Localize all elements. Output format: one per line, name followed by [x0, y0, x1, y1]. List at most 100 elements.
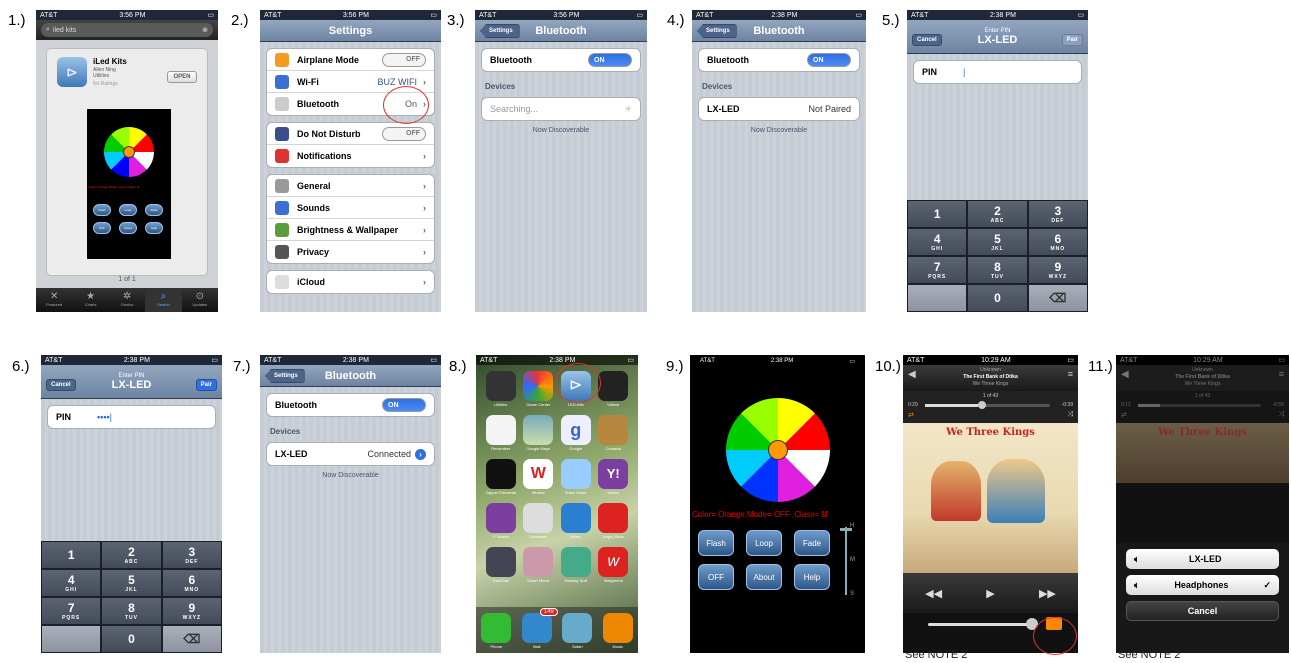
- about-button[interactable]: About: [119, 222, 137, 234]
- row-pin[interactable]: PIN •••• |: [48, 406, 215, 428]
- airplay-option-lxled[interactable]: 🔈︎ LX-LED: [1126, 549, 1279, 569]
- app-y-search[interactable]: Y! Search: [482, 503, 520, 539]
- fade-button[interactable]: Fade: [794, 530, 830, 556]
- off-button[interactable]: OFF: [93, 222, 111, 234]
- volume-slider[interactable]: [928, 623, 1033, 626]
- pair-button[interactable]: Pair: [1061, 34, 1083, 46]
- list-icon[interactable]: ≡: [1068, 370, 1073, 379]
- app-facedial[interactable]: FaceDial: [482, 547, 520, 583]
- slider-thumb[interactable]: [840, 528, 852, 531]
- bluetooth-toggle[interactable]: ON: [588, 53, 632, 67]
- key-9[interactable]: 9 WXYZ: [1027, 256, 1088, 284]
- backspace-key[interactable]: ⌫: [1027, 284, 1088, 312]
- flash-button[interactable]: Flash: [93, 204, 111, 216]
- bluetooth-toggle[interactable]: ON: [807, 53, 851, 67]
- dnd-toggle[interactable]: OFF: [382, 126, 426, 141]
- loop-button[interactable]: Loop: [119, 204, 137, 216]
- dock-safari[interactable]: Safari: [562, 613, 593, 649]
- key-8[interactable]: 8 TUV: [101, 597, 162, 625]
- dock-mail[interactable]: 149 Mail: [521, 608, 558, 649]
- airplane-toggle[interactable]: OFF: [382, 52, 426, 67]
- tab-genius[interactable]: ✲ Genius: [109, 288, 145, 312]
- row-icloud[interactable]: iCloud ›: [267, 271, 434, 293]
- key-2[interactable]: 2 ABC: [967, 200, 1028, 228]
- row-notifications[interactable]: Notifications ›: [267, 145, 434, 167]
- app-walgreens[interactable]: w Walgreens: [595, 547, 633, 583]
- key-5[interactable]: 5 JKL: [967, 228, 1028, 256]
- row-do-not-disturb[interactable]: Do Not Disturb OFF: [267, 123, 434, 145]
- help-button[interactable]: Help: [145, 222, 163, 234]
- key-1[interactable]: 1: [907, 200, 968, 228]
- row-privacy[interactable]: Privacy ›: [267, 241, 434, 263]
- cancel-button[interactable]: Cancel: [1126, 601, 1279, 621]
- search-input[interactable]: ⌕ iled kits ⊗: [41, 23, 213, 37]
- progress-slider[interactable]: [925, 401, 1050, 409]
- app-contacts[interactable]: Contacts: [595, 415, 633, 451]
- key-9[interactable]: 9 WXYZ: [161, 597, 222, 625]
- color-wheel[interactable]: [726, 398, 830, 502]
- back-button[interactable]: Settings: [480, 24, 520, 38]
- loop-button[interactable]: Loop: [746, 530, 782, 556]
- app-amex[interactable]: Amex: [557, 503, 595, 539]
- app-utilities[interactable]: Utilities: [482, 371, 520, 407]
- back-arrow-icon[interactable]: ◀: [908, 370, 916, 380]
- key-3[interactable]: 3 DEF: [1027, 200, 1088, 228]
- app-google-maps[interactable]: Google Maps: [520, 415, 558, 451]
- row-device-lxled[interactable]: LX-LED Connected ›: [267, 443, 434, 465]
- off-button[interactable]: OFF: [698, 564, 734, 590]
- speed-slider[interactable]: [845, 527, 847, 595]
- key-4[interactable]: 4 GHI: [41, 569, 102, 597]
- help-button[interactable]: Help: [794, 564, 830, 590]
- clear-icon[interactable]: ⊗: [202, 26, 208, 34]
- dock-phone[interactable]: Phone: [481, 613, 512, 649]
- pin-field[interactable]: PIN |: [913, 60, 1082, 84]
- flash-button[interactable]: Flash: [698, 530, 734, 556]
- tab-search[interactable]: ⌕ Search: [145, 288, 182, 312]
- rewind-icon[interactable]: ◀◀: [925, 587, 942, 600]
- fade-button[interactable]: Fade: [145, 204, 163, 216]
- shuffle-icon[interactable]: ⤨: [1067, 411, 1073, 419]
- app-smart-mirror[interactable]: Smart Mirror: [520, 547, 558, 583]
- tab-charts[interactable]: ★ Charts: [72, 288, 108, 312]
- row-device-lxled[interactable]: LX-LED Not Paired: [699, 98, 859, 120]
- progress-thumb[interactable]: [977, 401, 986, 409]
- about-button[interactable]: About: [746, 564, 782, 590]
- bluetooth-toggle[interactable]: ON: [382, 398, 426, 412]
- cancel-button[interactable]: Cancel: [46, 379, 76, 391]
- row-sounds[interactable]: Sounds ›: [267, 197, 434, 219]
- key-2[interactable]: 2 ABC: [101, 541, 162, 569]
- app-zapper[interactable]: Zapper Elements: [482, 459, 520, 495]
- app-wheelz[interactable]: W Wheelz: [520, 459, 558, 495]
- key-3[interactable]: 3 DEF: [161, 541, 222, 569]
- app-google[interactable]: g Google: [557, 415, 595, 451]
- row-brightness[interactable]: Brightness & Wallpaper ›: [267, 219, 434, 241]
- key-7[interactable]: 7 PQRS: [907, 256, 968, 284]
- backspace-key[interactable]: ⌫: [161, 625, 222, 653]
- app-subway-surf[interactable]: Subway Surf: [557, 547, 595, 583]
- dock-music[interactable]: Music: [602, 613, 633, 649]
- play-icon[interactable]: ▶: [986, 587, 994, 600]
- key-1[interactable]: 1: [41, 541, 102, 569]
- pair-button[interactable]: Pair: [195, 379, 217, 391]
- row-airplane-mode[interactable]: Airplane Mode OFF: [267, 49, 434, 71]
- fast-forward-icon[interactable]: ▶▶: [1039, 587, 1056, 600]
- back-button[interactable]: Settings: [697, 24, 737, 38]
- key-5[interactable]: 5 JKL: [101, 569, 162, 597]
- row-general[interactable]: General ›: [267, 175, 434, 197]
- key-6[interactable]: 6 MNO: [161, 569, 222, 597]
- app-snow-globe[interactable]: Snow Globe: [557, 459, 595, 495]
- cancel-button[interactable]: Cancel: [912, 34, 942, 46]
- app-dominoes[interactable]: Dominoes: [520, 503, 558, 539]
- airplay-option-headphones[interactable]: 🔈︎ Headphones ✓: [1126, 575, 1279, 595]
- row-pin[interactable]: PIN |: [914, 61, 1081, 83]
- app-game-center[interactable]: Game Center: [520, 371, 558, 407]
- app-angry-birds[interactable]: Angry Birds: [595, 503, 633, 539]
- key-0[interactable]: 0: [101, 625, 162, 653]
- pin-field[interactable]: PIN •••• |: [47, 405, 216, 429]
- open-button[interactable]: OPEN: [167, 71, 197, 83]
- key-6[interactable]: 6 MNO: [1027, 228, 1088, 256]
- tab-updates[interactable]: ⊙ Updates: [182, 288, 218, 312]
- tab-featured[interactable]: ✕ Featured: [36, 288, 72, 312]
- detail-disclosure-icon[interactable]: ›: [415, 448, 426, 460]
- app-reminders[interactable]: Reminders: [482, 415, 520, 451]
